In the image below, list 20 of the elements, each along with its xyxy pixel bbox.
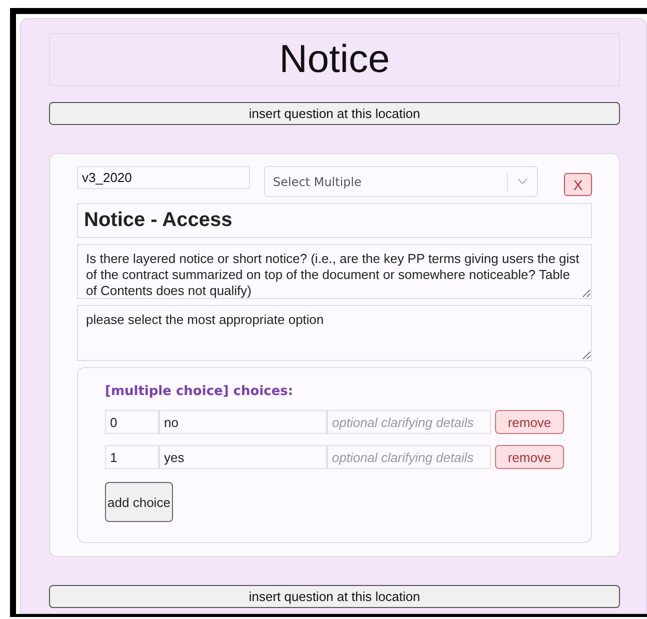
insert-question-button[interactable]: insert question at this location	[49, 102, 620, 125]
choice-details-field[interactable]: optional clarifying details	[327, 410, 491, 434]
section-title: Notice	[279, 38, 390, 82]
remove-choice-button[interactable]: remove	[495, 410, 564, 434]
description-field[interactable]: Is there layered notice or short notice? (i.e., are the key PP terms giving users the gist of the contract summarized on top of the document or somewhere noticeable? Table of Contents does not qualify)	[77, 244, 592, 299]
instructions-field[interactable]: please select the most appropriate option	[77, 305, 592, 361]
insert-question-button[interactable]: insert question at this location	[49, 585, 620, 608]
version-field[interactable]: v3_2020	[77, 166, 250, 189]
question-title-field[interactable]: Notice - Access	[77, 203, 592, 238]
add-choice-button[interactable]: add choice	[105, 482, 173, 522]
choice-details-field[interactable]: optional clarifying details	[327, 445, 491, 469]
choice-label-field[interactable]: no	[159, 410, 327, 434]
chevron-down-icon	[517, 178, 528, 185]
question-type-select[interactable]: Select Multiple	[264, 166, 538, 197]
choices-heading: [multiple choice] choices:	[105, 384, 294, 399]
choice-value-field[interactable]: 1	[105, 445, 159, 469]
remove-choice-button[interactable]: remove	[495, 445, 564, 469]
choice-value-field[interactable]: 0	[105, 410, 159, 434]
choice-label-field[interactable]: yes	[159, 445, 327, 469]
delete-question-button[interactable]: X	[564, 173, 592, 196]
